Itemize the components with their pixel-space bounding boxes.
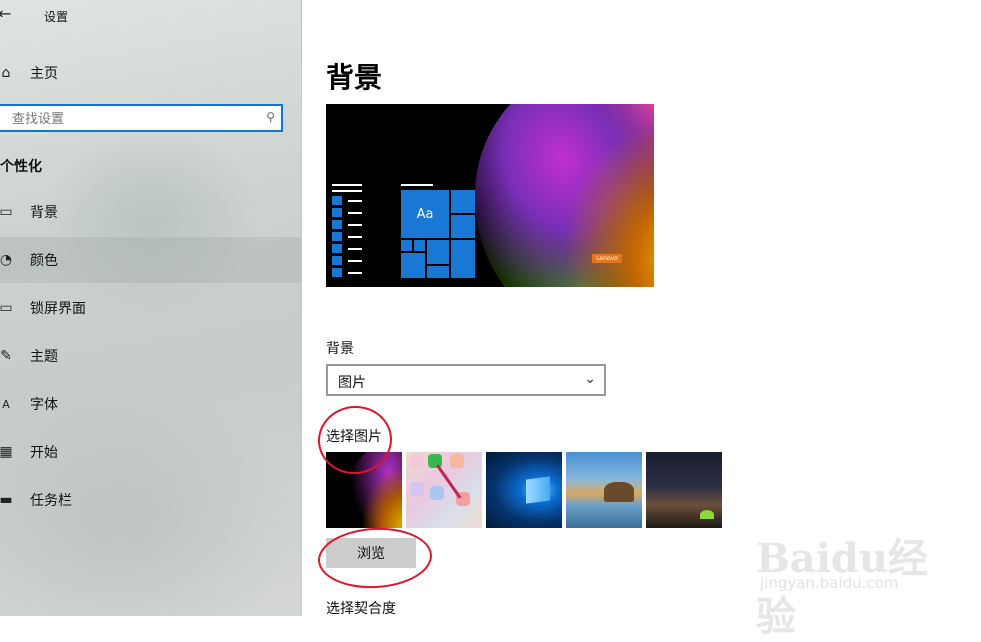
search-icon[interactable]: ⚲ bbox=[266, 110, 275, 124]
sidebar-item-label: 任务栏 bbox=[30, 493, 72, 509]
preview-line bbox=[348, 272, 362, 274]
preview-line bbox=[348, 248, 362, 250]
watermark-url: jingyan.baidu.com bbox=[760, 574, 899, 592]
preview-square bbox=[332, 196, 342, 205]
preview-tile: Aa bbox=[401, 190, 449, 238]
thumbnail-art bbox=[700, 510, 714, 519]
preview-line bbox=[348, 200, 362, 202]
windows-logo-icon bbox=[526, 476, 550, 504]
sidebar-item-label: 开始 bbox=[30, 445, 58, 461]
app-title: 设置 bbox=[44, 10, 69, 24]
thumbnail-art bbox=[430, 486, 444, 500]
sidebar-item-lock-screen[interactable]: ▭ 锁屏界面 bbox=[0, 285, 301, 331]
background-type-value: 图片 bbox=[338, 375, 366, 391]
picture-icon: ▭ bbox=[0, 204, 13, 220]
preview-tile bbox=[451, 240, 475, 278]
section-heading: 个性化 bbox=[0, 159, 42, 175]
preview-tile bbox=[451, 215, 475, 238]
sidebar-item-label: 字体 bbox=[30, 397, 58, 413]
preview-square bbox=[332, 208, 342, 217]
sidebar-item-label: 锁屏界面 bbox=[30, 301, 86, 317]
sidebar-item-colors[interactable]: ◔ 颜色 bbox=[0, 237, 301, 283]
preview-square bbox=[332, 244, 342, 253]
sidebar-item-background[interactable]: ▭ 背景 bbox=[0, 189, 301, 235]
background-preview: Aa Lenovo bbox=[326, 104, 654, 287]
sidebar-item-start[interactable]: ▦ 开始 bbox=[0, 429, 301, 475]
choose-fit-label: 选择契合度 bbox=[326, 601, 396, 617]
picture-thumbnail[interactable] bbox=[406, 452, 482, 528]
sidebar-item-fonts[interactable]: A 字体 bbox=[0, 381, 301, 427]
watermark: Baidu经验 jingyan.baidu.com bbox=[750, 510, 950, 640]
preview-start-menu bbox=[332, 184, 366, 277]
sidebar-item-home[interactable]: ⌂ 主页 bbox=[0, 50, 301, 96]
sidebar-item-label: 主页 bbox=[30, 66, 58, 82]
preview-square bbox=[332, 256, 342, 265]
preview-line bbox=[348, 236, 362, 238]
sidebar-item-label: 背景 bbox=[30, 205, 58, 221]
preview-line bbox=[348, 212, 362, 214]
thumbnail-art bbox=[410, 454, 424, 468]
background-label: 背景 bbox=[326, 341, 354, 357]
search-box[interactable]: ⚲ bbox=[0, 104, 283, 132]
sidebar-item-taskbar[interactable]: ▬ 任务栏 bbox=[0, 477, 301, 523]
preview-tiles: Aa bbox=[401, 190, 475, 278]
preview-line bbox=[348, 260, 362, 262]
preview-tile bbox=[427, 240, 449, 264]
preview-tile bbox=[427, 266, 449, 278]
thumbnail-art bbox=[450, 454, 464, 468]
picture-thumbnail[interactable] bbox=[646, 452, 722, 528]
preview-square bbox=[332, 220, 342, 229]
annotation-circle bbox=[316, 525, 434, 591]
preview-tile bbox=[401, 240, 412, 251]
preview-line bbox=[401, 184, 433, 186]
sidebar-item-themes[interactable]: ✎ 主题 bbox=[0, 333, 301, 379]
picture-thumbnail[interactable] bbox=[566, 452, 642, 528]
preview-tile bbox=[414, 240, 425, 251]
thumbnail-art bbox=[410, 482, 424, 496]
preview-tile bbox=[451, 190, 475, 213]
thumbnail-art bbox=[604, 482, 634, 502]
preview-square bbox=[332, 232, 342, 241]
font-icon: A bbox=[2, 397, 10, 411]
preview-line bbox=[332, 190, 362, 192]
sidebar-item-label: 颜色 bbox=[30, 253, 58, 269]
sidebar: ← 设置 ⌂ 主页 ⚲ 个性化 ▭ 背景 ◔ 颜色 ▭ 锁屏界面 ✎ 主题 A … bbox=[0, 0, 302, 616]
chevron-down-icon: ⌄ bbox=[584, 371, 596, 387]
picture-thumbnail[interactable] bbox=[486, 452, 562, 528]
sidebar-item-label: 主题 bbox=[30, 349, 58, 365]
back-arrow-icon[interactable]: ← bbox=[0, 4, 11, 23]
page-title: 背景 bbox=[326, 61, 383, 94]
background-type-select[interactable]: 图片 ⌄ bbox=[326, 364, 606, 396]
preview-logo: Lenovo bbox=[592, 254, 622, 263]
preview-tile bbox=[401, 253, 425, 278]
preview-square bbox=[332, 268, 342, 277]
preview-line bbox=[332, 184, 362, 186]
lock-screen-icon: ▭ bbox=[0, 300, 13, 316]
home-icon: ⌂ bbox=[1, 65, 11, 81]
theme-brush-icon: ✎ bbox=[0, 348, 12, 364]
preview-line bbox=[348, 224, 362, 226]
search-input[interactable] bbox=[10, 109, 254, 129]
taskbar-icon: ▬ bbox=[0, 492, 13, 508]
start-icon: ▦ bbox=[0, 444, 13, 460]
palette-icon: ◔ bbox=[0, 252, 13, 268]
